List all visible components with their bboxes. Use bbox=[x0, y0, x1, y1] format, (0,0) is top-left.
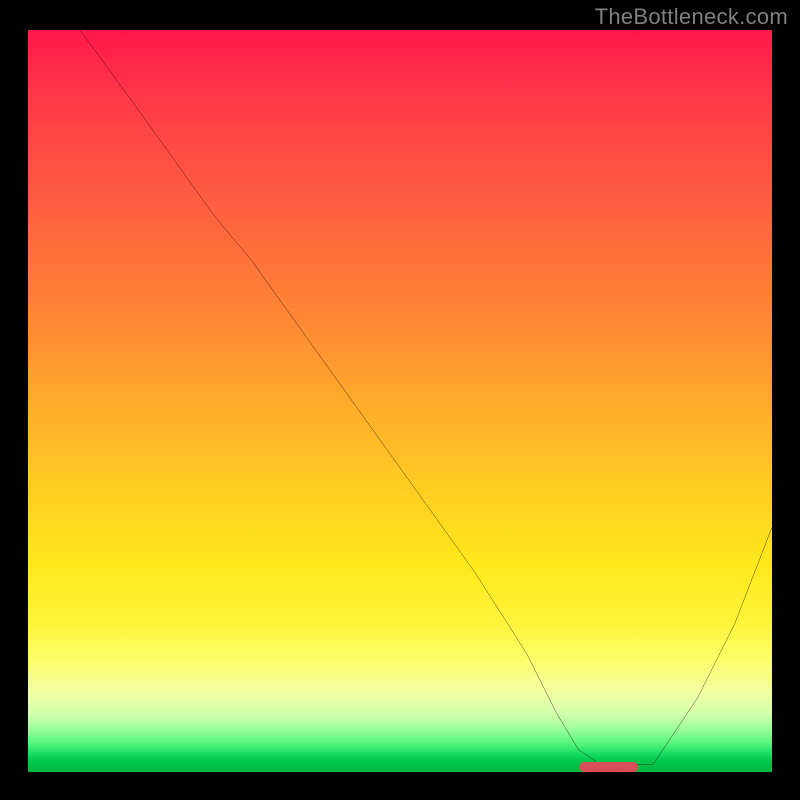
curve-svg bbox=[28, 30, 772, 772]
watermark-text: TheBottleneck.com bbox=[595, 4, 788, 30]
bottleneck-chart: TheBottleneck.com bbox=[0, 0, 800, 800]
plot-area bbox=[28, 30, 772, 772]
optimal-marker bbox=[579, 762, 639, 772]
bottleneck-curve bbox=[80, 30, 772, 765]
